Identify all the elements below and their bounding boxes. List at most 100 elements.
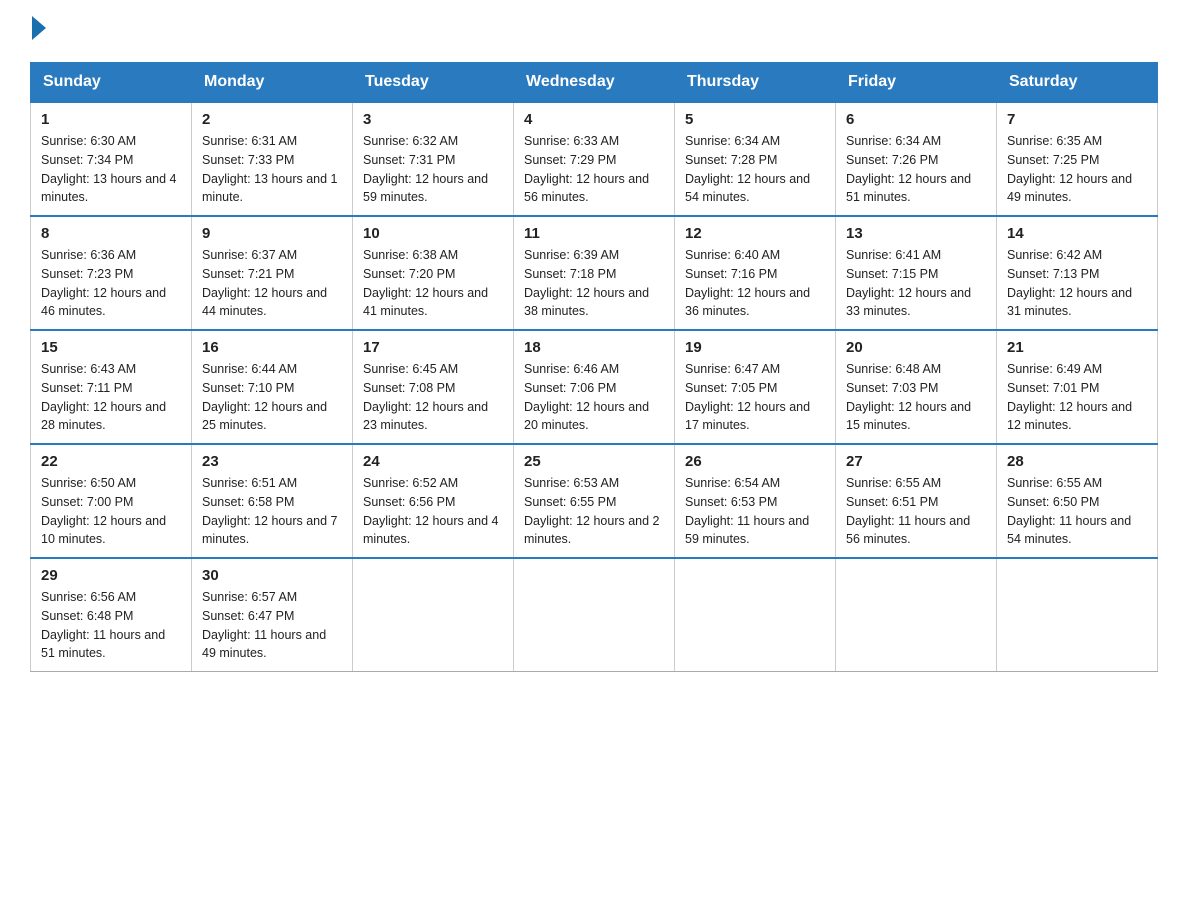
calendar-cell: 11 Sunrise: 6:39 AMSunset: 7:18 PMDayligh… [514, 216, 675, 330]
day-info: Sunrise: 6:43 AMSunset: 7:11 PMDaylight:… [41, 360, 181, 435]
day-info: Sunrise: 6:45 AMSunset: 7:08 PMDaylight:… [363, 360, 503, 435]
calendar-cell: 28Sunrise: 6:55 AMSunset: 6:50 PMDayligh… [997, 444, 1158, 558]
day-number: 29 [41, 567, 181, 584]
calendar-header-thursday: Thursday [675, 63, 836, 103]
day-number: 9 [202, 225, 342, 242]
day-number: 27 [846, 453, 986, 470]
day-info: Sunrise: 6:56 AMSunset: 6:48 PMDaylight:… [41, 588, 181, 663]
calendar-cell: 14 Sunrise: 6:42 AMSunset: 7:13 PMDayligh… [997, 216, 1158, 330]
calendar-week-row: 22 Sunrise: 6:50 AMSunset: 7:00 PMDayligh… [31, 444, 1158, 558]
calendar-cell: 19 Sunrise: 6:47 AMSunset: 7:05 PMDayligh… [675, 330, 836, 444]
day-info: Sunrise: 6:50 AMSunset: 7:00 PMDaylight:… [41, 474, 181, 549]
calendar-cell [675, 558, 836, 672]
calendar-cell: 17 Sunrise: 6:45 AMSunset: 7:08 PMDayligh… [353, 330, 514, 444]
calendar-cell: 15 Sunrise: 6:43 AMSunset: 7:11 PMDayligh… [31, 330, 192, 444]
day-info: Sunrise: 6:39 AMSunset: 7:18 PMDaylight:… [524, 246, 664, 321]
day-info: Sunrise: 6:35 AMSunset: 7:25 PMDaylight:… [1007, 132, 1147, 207]
day-info: Sunrise: 6:53 AMSunset: 6:55 PMDaylight:… [524, 474, 664, 549]
day-info: Sunrise: 6:52 AMSunset: 6:56 PMDaylight:… [363, 474, 503, 549]
calendar-cell: 8 Sunrise: 6:36 AMSunset: 7:23 PMDaylight… [31, 216, 192, 330]
day-number: 12 [685, 225, 825, 242]
calendar-cell: 4 Sunrise: 6:33 AMSunset: 7:29 PMDaylight… [514, 102, 675, 216]
calendar-week-row: 8 Sunrise: 6:36 AMSunset: 7:23 PMDaylight… [31, 216, 1158, 330]
day-info: Sunrise: 6:55 AMSunset: 6:50 PMDaylight:… [1007, 474, 1147, 549]
day-number: 17 [363, 339, 503, 356]
day-info: Sunrise: 6:34 AMSunset: 7:26 PMDaylight:… [846, 132, 986, 207]
calendar-cell: 9 Sunrise: 6:37 AMSunset: 7:21 PMDaylight… [192, 216, 353, 330]
calendar-cell: 13 Sunrise: 6:41 AMSunset: 7:15 PMDayligh… [836, 216, 997, 330]
day-number: 22 [41, 453, 181, 470]
day-info: Sunrise: 6:42 AMSunset: 7:13 PMDaylight:… [1007, 246, 1147, 321]
calendar-table: SundayMondayTuesdayWednesdayThursdayFrid… [30, 62, 1158, 672]
day-info: Sunrise: 6:30 AMSunset: 7:34 PMDaylight:… [41, 132, 181, 207]
day-info: Sunrise: 6:37 AMSunset: 7:21 PMDaylight:… [202, 246, 342, 321]
day-info: Sunrise: 6:46 AMSunset: 7:06 PMDaylight:… [524, 360, 664, 435]
calendar-cell: 7 Sunrise: 6:35 AMSunset: 7:25 PMDaylight… [997, 102, 1158, 216]
day-number: 26 [685, 453, 825, 470]
day-number: 13 [846, 225, 986, 242]
calendar-header-monday: Monday [192, 63, 353, 103]
day-number: 25 [524, 453, 664, 470]
day-info: Sunrise: 6:55 AMSunset: 6:51 PMDaylight:… [846, 474, 986, 549]
day-info: Sunrise: 6:51 AMSunset: 6:58 PMDaylight:… [202, 474, 342, 549]
day-info: Sunrise: 6:34 AMSunset: 7:28 PMDaylight:… [685, 132, 825, 207]
day-number: 11 [524, 225, 664, 242]
calendar-header-row: SundayMondayTuesdayWednesdayThursdayFrid… [31, 63, 1158, 103]
day-info: Sunrise: 6:54 AMSunset: 6:53 PMDaylight:… [685, 474, 825, 549]
calendar-week-row: 1 Sunrise: 6:30 AMSunset: 7:34 PMDaylight… [31, 102, 1158, 216]
calendar-cell: 16Sunrise: 6:44 AMSunset: 7:10 PMDayligh… [192, 330, 353, 444]
day-number: 5 [685, 111, 825, 128]
day-number: 14 [1007, 225, 1147, 242]
calendar-cell [514, 558, 675, 672]
day-number: 23 [202, 453, 342, 470]
calendar-cell: 21 Sunrise: 6:49 AMSunset: 7:01 PMDayligh… [997, 330, 1158, 444]
day-info: Sunrise: 6:32 AMSunset: 7:31 PMDaylight:… [363, 132, 503, 207]
calendar-header-tuesday: Tuesday [353, 63, 514, 103]
day-info: Sunrise: 6:41 AMSunset: 7:15 PMDaylight:… [846, 246, 986, 321]
calendar-cell: 23 Sunrise: 6:51 AMSunset: 6:58 PMDayligh… [192, 444, 353, 558]
day-number: 2 [202, 111, 342, 128]
logo-triangle-icon [32, 16, 46, 40]
day-number: 21 [1007, 339, 1147, 356]
day-number: 10 [363, 225, 503, 242]
day-number: 18 [524, 339, 664, 356]
day-number: 19 [685, 339, 825, 356]
calendar-cell: 24 Sunrise: 6:52 AMSunset: 6:56 PMDayligh… [353, 444, 514, 558]
page-header [30, 20, 1158, 42]
calendar-cell [353, 558, 514, 672]
day-number: 7 [1007, 111, 1147, 128]
calendar-cell [997, 558, 1158, 672]
calendar-cell: 27 Sunrise: 6:55 AMSunset: 6:51 PMDayligh… [836, 444, 997, 558]
day-number: 1 [41, 111, 181, 128]
calendar-cell: 25 Sunrise: 6:53 AMSunset: 6:55 PMDayligh… [514, 444, 675, 558]
day-number: 24 [363, 453, 503, 470]
calendar-cell: 29 Sunrise: 6:56 AMSunset: 6:48 PMDayligh… [31, 558, 192, 672]
day-info: Sunrise: 6:40 AMSunset: 7:16 PMDaylight:… [685, 246, 825, 321]
day-info: Sunrise: 6:31 AMSunset: 7:33 PMDaylight:… [202, 132, 342, 207]
day-info: Sunrise: 6:36 AMSunset: 7:23 PMDaylight:… [41, 246, 181, 321]
logo [30, 20, 46, 42]
calendar-header-sunday: Sunday [31, 63, 192, 103]
day-number: 30 [202, 567, 342, 584]
calendar-cell: 5 Sunrise: 6:34 AMSunset: 7:28 PMDaylight… [675, 102, 836, 216]
calendar-cell: 6Sunrise: 6:34 AMSunset: 7:26 PMDaylight… [836, 102, 997, 216]
day-info: Sunrise: 6:44 AMSunset: 7:10 PMDaylight:… [202, 360, 342, 435]
calendar-cell: 1 Sunrise: 6:30 AMSunset: 7:34 PMDaylight… [31, 102, 192, 216]
calendar-cell: 20Sunrise: 6:48 AMSunset: 7:03 PMDayligh… [836, 330, 997, 444]
calendar-cell: 30Sunrise: 6:57 AMSunset: 6:47 PMDayligh… [192, 558, 353, 672]
day-info: Sunrise: 6:49 AMSunset: 7:01 PMDaylight:… [1007, 360, 1147, 435]
day-info: Sunrise: 6:38 AMSunset: 7:20 PMDaylight:… [363, 246, 503, 321]
calendar-cell: 26 Sunrise: 6:54 AMSunset: 6:53 PMDayligh… [675, 444, 836, 558]
calendar-cell: 18 Sunrise: 6:46 AMSunset: 7:06 PMDayligh… [514, 330, 675, 444]
day-number: 8 [41, 225, 181, 242]
day-number: 20 [846, 339, 986, 356]
day-info: Sunrise: 6:47 AMSunset: 7:05 PMDaylight:… [685, 360, 825, 435]
day-number: 15 [41, 339, 181, 356]
day-number: 4 [524, 111, 664, 128]
calendar-cell: 10 Sunrise: 6:38 AMSunset: 7:20 PMDayligh… [353, 216, 514, 330]
calendar-header-wednesday: Wednesday [514, 63, 675, 103]
day-info: Sunrise: 6:33 AMSunset: 7:29 PMDaylight:… [524, 132, 664, 207]
calendar-header-saturday: Saturday [997, 63, 1158, 103]
calendar-header-friday: Friday [836, 63, 997, 103]
calendar-cell: 3Sunrise: 6:32 AMSunset: 7:31 PMDaylight… [353, 102, 514, 216]
